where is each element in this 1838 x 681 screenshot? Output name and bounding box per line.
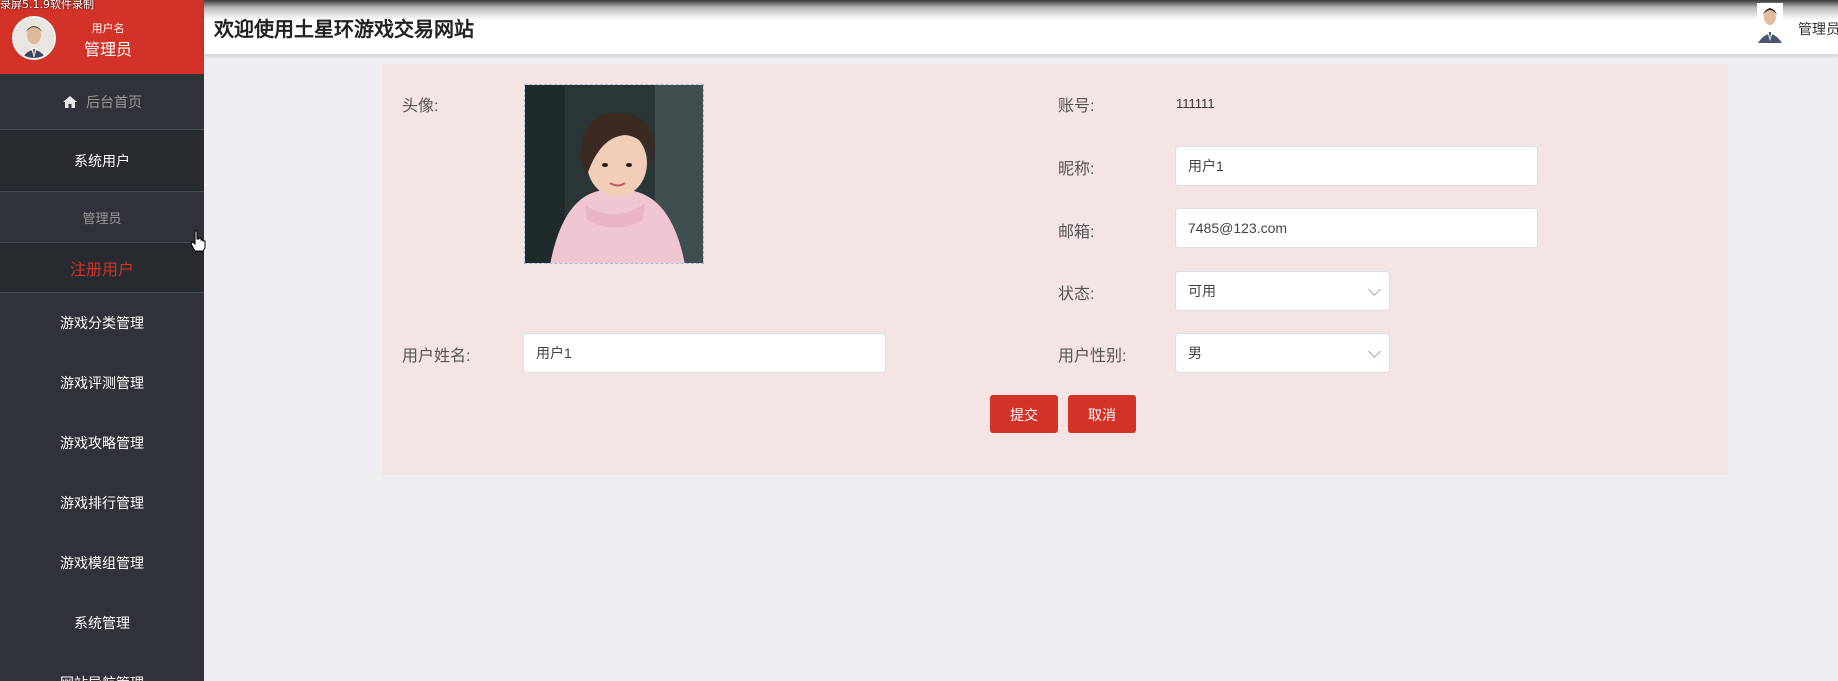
hand-cursor-icon xyxy=(190,230,206,252)
sidebar-item-home[interactable]: 后台首页 xyxy=(0,74,204,130)
sidebar-item-label: 游戏分类管理 xyxy=(60,315,144,331)
top-user-avatar[interactable] xyxy=(1757,3,1783,43)
cancel-button[interactable]: 取消 xyxy=(1068,395,1136,433)
account-label: 账号: xyxy=(1058,98,1095,115)
status-select[interactable]: 可用 xyxy=(1175,271,1390,311)
sidebar-item-label: 游戏评测管理 xyxy=(60,375,144,391)
gender-select-value: 男 xyxy=(1188,345,1202,361)
sidebar-item-game-guide[interactable]: 游戏攻略管理 xyxy=(0,413,204,473)
sidebar-item-label: 网站导航管理 xyxy=(60,673,144,681)
status-label: 状态: xyxy=(1058,286,1095,303)
avatar-label: 头像: xyxy=(402,98,439,115)
sidebar-item-game-ranking[interactable]: 游戏排行管理 xyxy=(0,473,204,533)
top-username[interactable]: 管理员 xyxy=(1798,19,1838,39)
sidebar-item-label: 游戏模组管理 xyxy=(60,555,144,571)
sidebar-item-site-nav[interactable]: 网站导航管理 xyxy=(0,653,204,681)
nickname-label: 昵称: xyxy=(1058,161,1095,178)
sidebar-item-game-category[interactable]: 游戏分类管理 xyxy=(0,293,204,353)
avatar-upload[interactable] xyxy=(524,84,704,264)
sidebar-item-label: 后台首页 xyxy=(86,93,142,110)
sidebar-item-label: 游戏排行管理 xyxy=(60,495,144,511)
sidebar-item-label: 系统管理 xyxy=(74,615,130,631)
sidebar-item-label: 系统用户 xyxy=(74,152,130,169)
realname-label: 用户姓名: xyxy=(402,348,471,365)
sidebar-item-admin[interactable]: 管理员 xyxy=(0,192,204,243)
sidebar-item-system-management[interactable]: 系统管理 xyxy=(0,593,204,653)
nickname-input[interactable]: 用户1 xyxy=(1175,146,1538,186)
account-value: 111111 xyxy=(1176,96,1215,111)
email-input[interactable]: 7485@123.com xyxy=(1175,208,1538,248)
sidebar-username: 管理员 xyxy=(83,42,132,59)
recorder-watermark: 录屏5.1.9软件录制 xyxy=(0,0,94,11)
top-bar: 欢迎使用土星环游戏交易网站 管理员 xyxy=(204,0,1838,54)
home-icon xyxy=(63,95,77,108)
status-select-value: 可用 xyxy=(1188,283,1216,299)
site-title: 欢迎使用土星环游戏交易网站 xyxy=(214,19,474,41)
user-edit-form: 头像: 账号: 111111 昵称: 用户1 邮箱: 7485@123.com … xyxy=(382,64,1728,475)
sidebar-username-label: 用户名 xyxy=(91,23,125,35)
avatar-photo xyxy=(525,85,703,263)
sidebar-item-system-users[interactable]: 系统用户 xyxy=(0,130,204,192)
realname-input[interactable]: 用户1 xyxy=(523,333,886,373)
email-label: 邮箱: xyxy=(1058,224,1095,241)
gender-select[interactable]: 男 xyxy=(1175,333,1390,373)
sidebar-item-label: 管理员 xyxy=(82,210,122,226)
sidebar-item-game-mod[interactable]: 游戏模组管理 xyxy=(0,533,204,593)
sidebar-item-label: 游戏攻略管理 xyxy=(60,435,144,451)
gender-label: 用户性别: xyxy=(1058,348,1127,365)
sidebar-item-label: 注册用户 xyxy=(69,261,134,279)
submit-button[interactable]: 提交 xyxy=(990,395,1058,433)
sidebar: 用户名 管理员 后台首页 系统用户 管理员 注册用户 游戏分类管理 游戏评测管理… xyxy=(0,0,204,681)
chevron-down-icon xyxy=(1368,345,1381,358)
user-avatar[interactable] xyxy=(12,16,56,60)
sidebar-item-registered-users[interactable]: 注册用户 xyxy=(0,243,204,293)
sidebar-item-game-review[interactable]: 游戏评测管理 xyxy=(0,353,204,413)
chevron-down-icon xyxy=(1368,283,1381,296)
